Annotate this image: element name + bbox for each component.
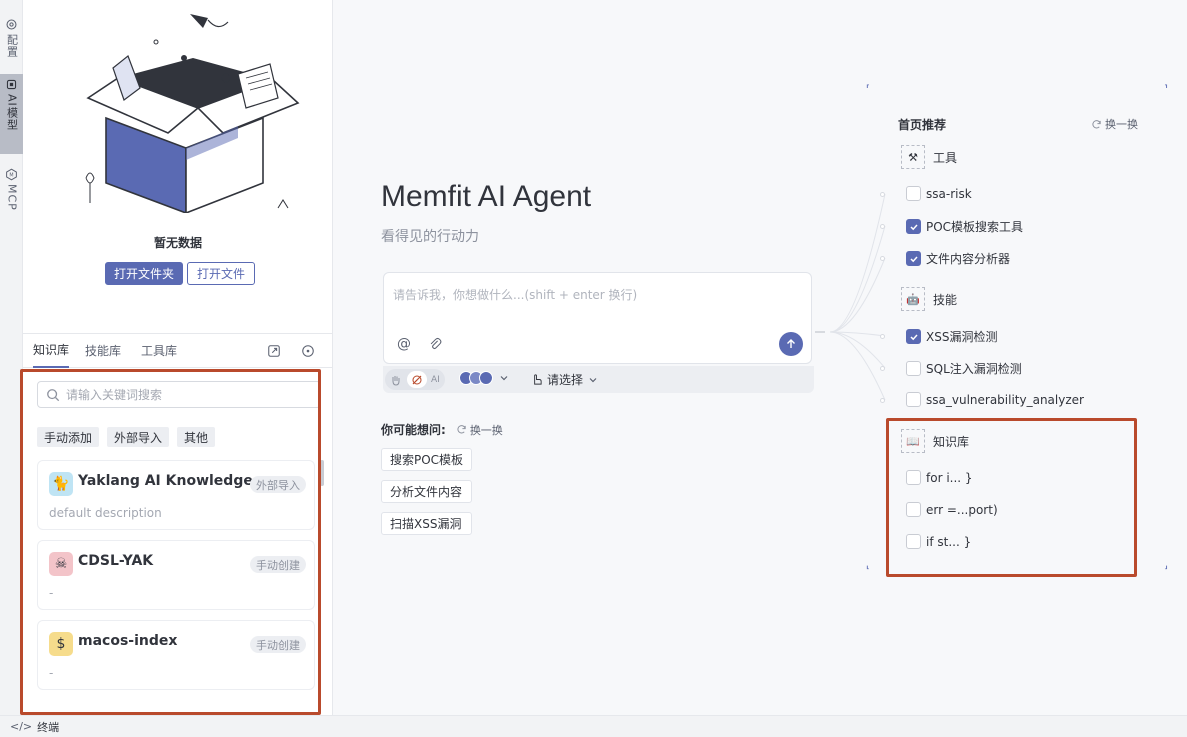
model-icon bbox=[479, 371, 493, 385]
suggest-label: 你可能想问: bbox=[381, 423, 446, 437]
option-select-label: 请选择 bbox=[547, 373, 584, 387]
corner-mark-icon: ⸥ bbox=[1164, 560, 1168, 571]
hand-icon bbox=[392, 375, 400, 386]
item-label: ssa-risk bbox=[926, 186, 972, 201]
status-bar: </> 终端 bbox=[0, 715, 1187, 737]
rail-item-label: 配置 bbox=[5, 34, 19, 58]
chevron-down-icon bbox=[589, 377, 597, 382]
connector-dot bbox=[880, 366, 885, 371]
library-tabs: 知识库 技能库 工具库 bbox=[23, 333, 333, 368]
no-auto-icon bbox=[412, 375, 422, 384]
empty-box-illustration-icon bbox=[85, 14, 300, 213]
item-label: 文件内容分析器 bbox=[926, 252, 1011, 266]
check-icon bbox=[909, 333, 918, 340]
suggestion-item[interactable]: 分析文件内容 bbox=[381, 480, 473, 503]
mode-ai-label: AI bbox=[430, 374, 440, 385]
chip-icon bbox=[6, 79, 17, 90]
mode-toggle[interactable]: AI bbox=[385, 369, 445, 390]
connector-dot bbox=[880, 224, 885, 229]
section-title: 工具 bbox=[933, 150, 958, 165]
rail-item-config[interactable]: 配置 bbox=[0, 14, 23, 74]
mention-icon[interactable]: @ bbox=[397, 336, 411, 352]
page-subtitle: 看得见的行动力 bbox=[381, 229, 479, 245]
connector-dot bbox=[880, 256, 885, 261]
tap-icon bbox=[534, 374, 542, 385]
corner-mark-icon: ⸤ bbox=[866, 560, 870, 571]
recommend-title: 首页推荐 bbox=[898, 118, 947, 132]
item-label: XSS漏洞检测 bbox=[926, 330, 998, 344]
tab-skills[interactable]: 技能库 bbox=[85, 334, 121, 368]
connector-dot bbox=[880, 398, 885, 403]
model-select[interactable] bbox=[459, 371, 509, 385]
rail-item-label: MCP bbox=[5, 184, 19, 211]
skill-item[interactable]: XSS漏洞检测 bbox=[906, 328, 997, 345]
page-title: Memfit AI Agent bbox=[381, 180, 592, 213]
chevron-down-icon bbox=[500, 376, 508, 381]
send-button[interactable] bbox=[779, 332, 803, 356]
section-skills: 🤖 技能 bbox=[901, 287, 957, 311]
attach-icon[interactable] bbox=[428, 336, 442, 351]
corner-mark-icon: ⸣ bbox=[1164, 84, 1168, 95]
chat-toolbar: AI 请选择 bbox=[383, 366, 814, 393]
item-label: SQL注入漏洞检测 bbox=[926, 362, 1022, 376]
suggestion-item[interactable]: 扫描XSS漏洞 bbox=[381, 512, 473, 535]
highlight-box bbox=[20, 369, 321, 715]
checkbox[interactable] bbox=[906, 361, 921, 376]
chat-input-box[interactable]: 请告诉我，你想做什么...(shift + enter 换行) @ bbox=[383, 272, 812, 364]
mode-auto-active[interactable] bbox=[406, 371, 427, 388]
empty-text: 暂无数据 bbox=[153, 236, 202, 250]
add-icon[interactable] bbox=[301, 344, 315, 358]
import-icon[interactable] bbox=[267, 344, 281, 358]
skill-item[interactable]: ssa_vulnerability_analyzer bbox=[906, 392, 1084, 407]
rail-item-mcp[interactable]: M MCP bbox=[0, 164, 23, 224]
svg-text:M: M bbox=[9, 173, 13, 179]
code-icon: </> bbox=[10, 720, 33, 733]
checkbox[interactable] bbox=[906, 186, 921, 201]
check-icon bbox=[909, 223, 918, 230]
tab-tools[interactable]: 工具库 bbox=[141, 334, 177, 368]
refresh-icon bbox=[1092, 119, 1101, 128]
recommend-refresh-label: 换一换 bbox=[1105, 118, 1138, 131]
check-icon bbox=[909, 255, 918, 262]
tools-icon: ⚒ bbox=[901, 145, 925, 169]
item-label: ssa_vulnerability_analyzer bbox=[926, 392, 1084, 407]
suggest-header: 你可能想问: 换一换 bbox=[381, 421, 503, 438]
robot-icon: 🤖 bbox=[901, 287, 925, 311]
suggest-refresh[interactable]: 换一换 bbox=[470, 422, 503, 438]
open-folder-button[interactable]: 打开文件夹 bbox=[105, 262, 184, 285]
skill-item[interactable]: SQL注入漏洞检测 bbox=[906, 360, 1022, 377]
arrow-up-icon bbox=[787, 339, 795, 348]
gear-icon bbox=[6, 19, 17, 30]
mcp-icon: M bbox=[6, 168, 17, 181]
checkbox[interactable] bbox=[906, 251, 921, 266]
section-title: 技能 bbox=[933, 292, 958, 307]
tool-item[interactable]: ssa-risk bbox=[906, 186, 972, 201]
suggestion-list: 搜索POC模板 分析文件内容 扫描XSS漏洞 bbox=[381, 448, 473, 535]
rail-item-label: AI模型 bbox=[5, 94, 19, 131]
open-file-button[interactable]: 打开文件 bbox=[187, 262, 256, 285]
connector-dot bbox=[880, 192, 885, 197]
suggestion-item[interactable]: 搜索POC模板 bbox=[381, 448, 473, 471]
highlight-box bbox=[886, 418, 1137, 577]
recommend-refresh-button[interactable]: 换一换 bbox=[1091, 116, 1138, 132]
item-label: POC模板搜索工具 bbox=[926, 220, 1024, 234]
open-actions: 打开文件夹 打开文件 bbox=[105, 262, 256, 285]
refresh-icon[interactable] bbox=[456, 424, 467, 435]
checkbox[interactable] bbox=[906, 219, 921, 234]
checkbox[interactable] bbox=[906, 392, 921, 407]
connector-dot bbox=[880, 334, 885, 339]
terminal-button[interactable]: 终端 bbox=[37, 719, 59, 735]
corner-mark-icon: ⸢ bbox=[866, 84, 870, 95]
section-tools: ⚒ 工具 bbox=[901, 145, 957, 169]
tab-knowledge[interactable]: 知识库 bbox=[33, 334, 70, 368]
tool-item[interactable]: 文件内容分析器 bbox=[906, 250, 1010, 267]
option-select[interactable]: 请选择 bbox=[530, 371, 598, 388]
tool-item[interactable]: POC模板搜索工具 bbox=[906, 218, 1023, 235]
chat-input-placeholder: 请告诉我，你想做什么...(shift + enter 换行) bbox=[393, 288, 638, 302]
checkbox[interactable] bbox=[906, 329, 921, 344]
rail-item-ai-model[interactable]: AI模型 bbox=[0, 74, 23, 154]
